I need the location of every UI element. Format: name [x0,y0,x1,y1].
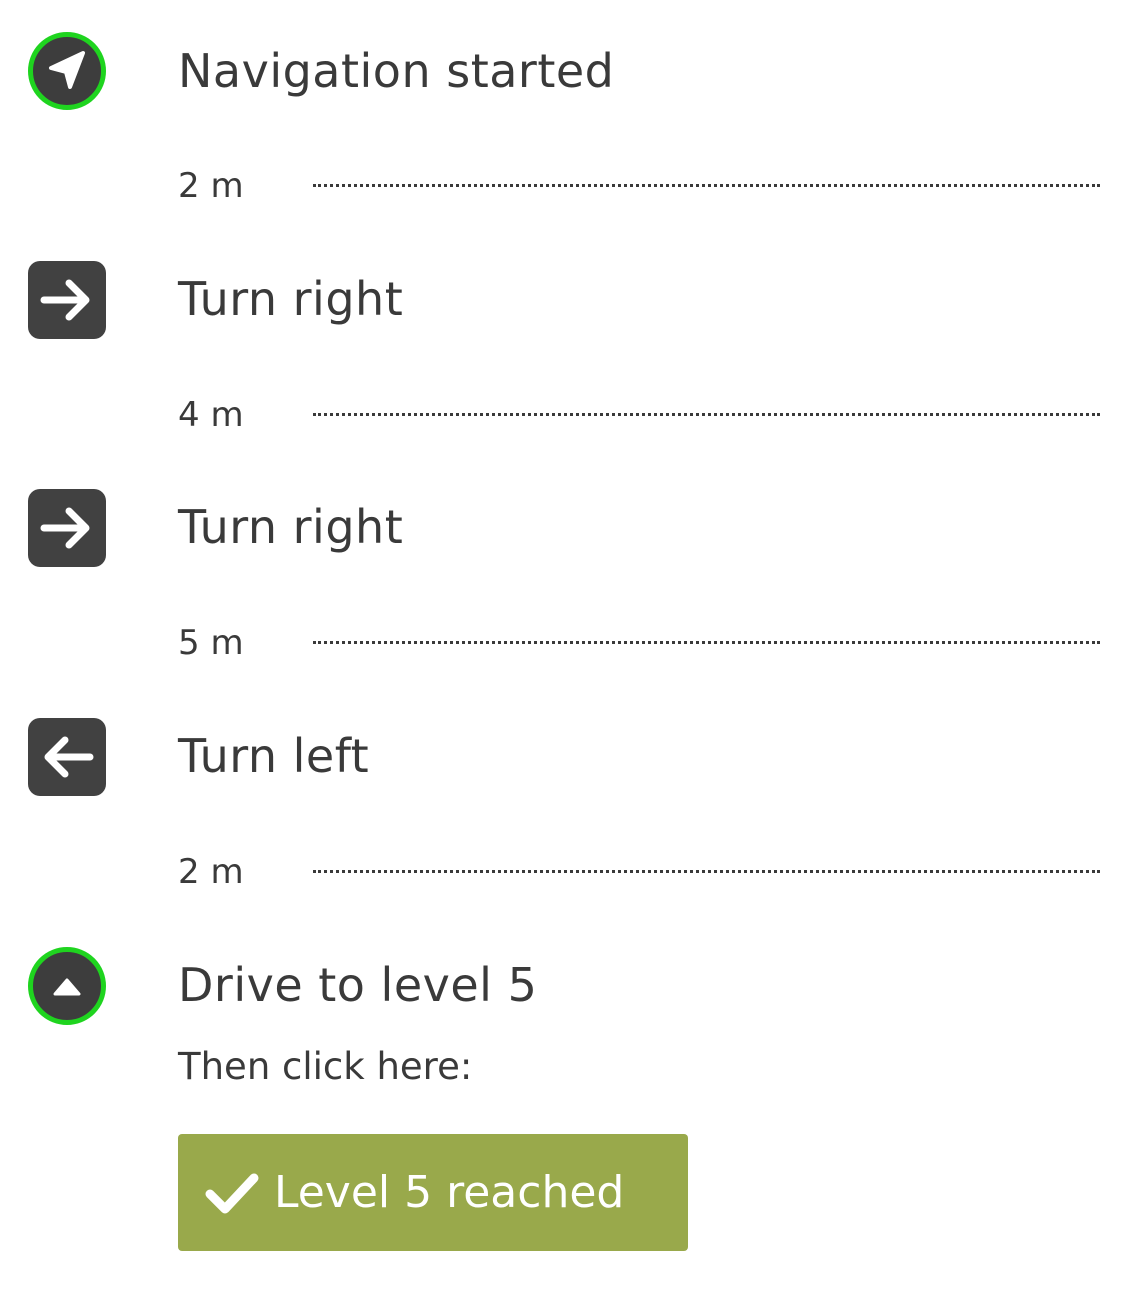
step-title-turn-right: Turn right [178,500,404,554]
distance-row: 2 m [178,850,1100,894]
distance-divider [313,641,1100,644]
distance-label: 2 m [178,852,244,892]
distance-label: 2 m [178,166,244,206]
distance-row: 5 m [178,621,1100,665]
distance-row: 4 m [178,393,1100,437]
level-up-icon [28,947,106,1025]
distance-divider [313,870,1100,873]
level-reached-button[interactable]: Level 5 reached [178,1134,688,1251]
distance-label: 5 m [178,623,244,663]
level-reached-button-label: Level 5 reached [274,1166,625,1218]
arrow-right-icon [28,489,106,567]
arrow-left-icon [28,718,106,796]
distance-divider [313,413,1100,416]
final-step-instruction: Then click here: [178,1045,473,1088]
step-title-turn-left: Turn left [178,729,370,783]
step-title-drive-to-level: Drive to level 5 [178,958,538,1012]
arrow-right-icon [28,261,106,339]
navigation-arrow-icon [28,32,106,110]
checkmark-icon [204,1165,260,1221]
distance-divider [313,184,1100,187]
distance-label: 4 m [178,395,244,435]
step-title-turn-right: Turn right [178,272,404,326]
step-title-navigation-started: Navigation started [178,44,615,98]
distance-row: 2 m [178,164,1100,208]
